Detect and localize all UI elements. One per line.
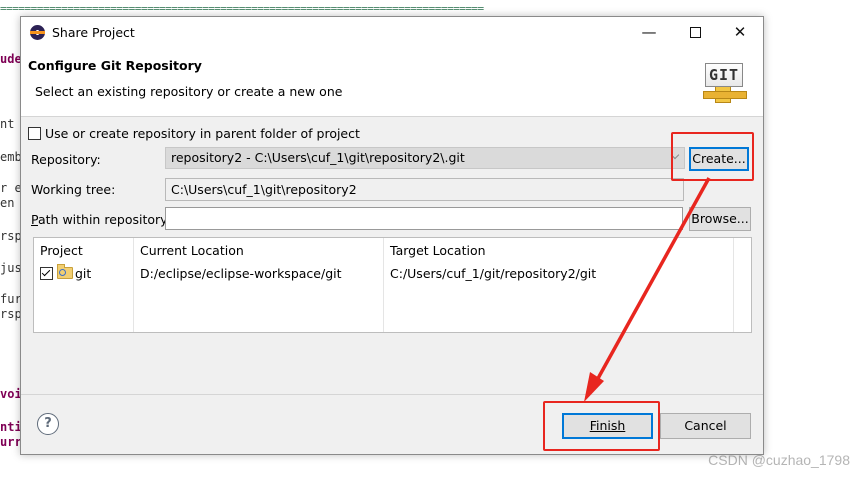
checkbox-unchecked-icon[interactable]: [28, 127, 41, 140]
code-fragment: urr: [0, 435, 22, 449]
eclipse-icon: [30, 25, 45, 40]
page-title: Configure Git Repository: [28, 58, 202, 73]
code-fragment: voi: [0, 387, 22, 401]
git-project-folder-icon: [57, 264, 73, 279]
repository-combo[interactable]: repository2 - C:\Users\cuf_1\git\reposit…: [165, 147, 685, 169]
repository-label: Repository:: [31, 152, 101, 167]
comment-separator: ========================================…: [0, 2, 484, 15]
code-fragment: emb: [0, 150, 22, 164]
cancel-button[interactable]: Cancel: [660, 413, 751, 439]
code-fragment: ude: [0, 52, 22, 66]
maximize-icon: [689, 27, 701, 38]
wizard-header: Configure Git Repository Select an exist…: [21, 48, 763, 117]
help-icon: ?: [44, 416, 52, 431]
repository-value: repository2 - C:\Users\cuf_1\git\reposit…: [171, 150, 465, 165]
window-title: Share Project: [52, 25, 135, 40]
finish-highlight-box: [543, 401, 660, 451]
code-fragment: jus: [0, 261, 22, 275]
git-logo-icon: GIT: [703, 63, 747, 103]
column-header[interactable]: Target Location: [390, 243, 486, 258]
checkbox-checked-icon[interactable]: [40, 267, 53, 280]
title-bar[interactable]: Share Project — ✕: [21, 17, 763, 48]
use-parent-label: Use or create repository in parent folde…: [45, 126, 360, 141]
column-header[interactable]: Project: [40, 243, 83, 258]
help-button[interactable]: ?: [37, 413, 59, 435]
code-fragment: rsp: [0, 229, 22, 243]
close-icon: ✕: [733, 23, 747, 41]
footer-divider: [21, 394, 763, 395]
path-label-text: ath within repository:: [37, 212, 171, 227]
share-project-dialog: Share Project — ✕ Configure Git Reposito…: [20, 16, 764, 455]
column-header[interactable]: Current Location: [140, 243, 244, 258]
target-location-cell: C:/Users/cuf_1/git/repository2/git: [390, 266, 597, 281]
maximize-button[interactable]: [672, 17, 718, 48]
current-location-cell: D:/eclipse/eclipse-workspace/git: [140, 266, 342, 281]
working-tree-value: C:\Users\cuf_1\git\repository2: [171, 182, 357, 197]
close-button[interactable]: ✕: [717, 17, 763, 48]
code-fragment: r e: [0, 181, 22, 195]
projects-table: Project Current Location Target Location…: [33, 237, 752, 333]
code-fragment: en: [0, 196, 15, 210]
page-description: Select an existing repository or create …: [35, 84, 343, 99]
table-row[interactable]: git: [40, 264, 92, 281]
code-fragment: nti: [0, 420, 22, 434]
working-tree-field: C:\Users\cuf_1\git\repository2: [165, 178, 684, 201]
git-logo-text: GIT: [705, 63, 743, 87]
create-highlight-box: [671, 132, 754, 181]
working-tree-label: Working tree:: [31, 182, 116, 197]
project-name: git: [75, 266, 92, 281]
code-fragment: fur: [0, 292, 22, 306]
code-fragment: rsp: [0, 307, 22, 321]
minimize-icon: —: [641, 23, 657, 41]
path-within-repository-input[interactable]: [165, 207, 683, 230]
code-fragment: nt: [0, 117, 15, 131]
use-parent-checkbox[interactable]: Use or create repository in parent folde…: [28, 126, 360, 141]
minimize-button[interactable]: —: [626, 17, 672, 48]
browse-button[interactable]: Browse...: [689, 207, 751, 231]
path-within-repository-label: Path within repository:: [31, 212, 171, 227]
